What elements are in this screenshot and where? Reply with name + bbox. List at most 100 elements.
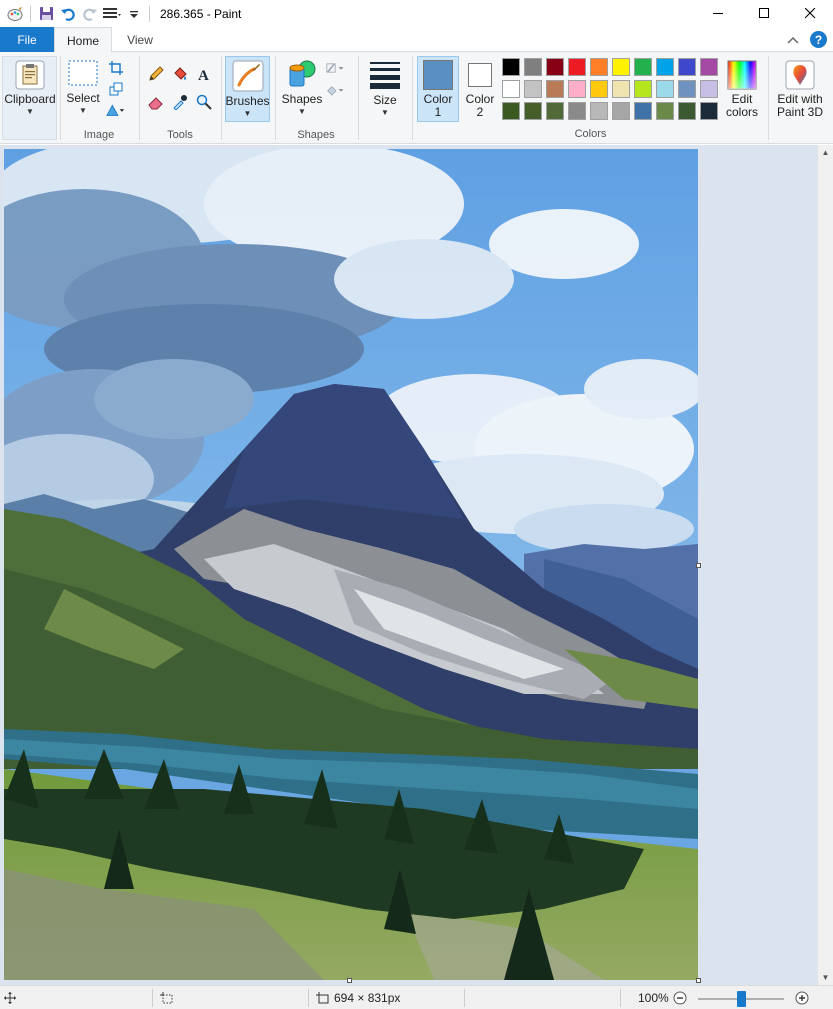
edit-with-paint3d-button[interactable]: Edit with Paint 3D: [771, 60, 829, 119]
palette-swatch[interactable]: [612, 58, 630, 76]
image-dimensions: 694 × 831px: [334, 991, 401, 1005]
palette-swatch[interactable]: [546, 102, 564, 120]
paint-app-icon[interactable]: [4, 3, 26, 25]
palette-swatch[interactable]: [700, 80, 718, 98]
palette-swatch[interactable]: [568, 80, 586, 98]
close-button[interactable]: [787, 0, 833, 27]
palette-swatch[interactable]: [502, 102, 520, 120]
color-picker-icon[interactable]: [170, 92, 190, 112]
minimize-button[interactable]: [695, 0, 741, 27]
edit-colors-button[interactable]: Edit colors: [720, 60, 764, 119]
palette-swatch[interactable]: [568, 102, 586, 120]
palette-swatch[interactable]: [612, 102, 630, 120]
tab-view[interactable]: View: [112, 27, 168, 52]
color2-label: Color 2: [465, 92, 495, 119]
palette-swatch[interactable]: [524, 80, 542, 98]
zoom-out-button[interactable]: [673, 986, 687, 1009]
fill-icon[interactable]: [326, 80, 346, 100]
palette-swatch[interactable]: [634, 80, 652, 98]
group-separator: [221, 56, 222, 140]
tab-home[interactable]: Home: [54, 27, 112, 53]
color2-swatch: [468, 63, 492, 87]
pencil-icon[interactable]: [146, 64, 166, 84]
maximize-button[interactable]: [741, 0, 787, 27]
palette-swatch[interactable]: [524, 58, 542, 76]
scroll-down-icon[interactable]: ▼: [818, 970, 833, 985]
size-label: Size: [373, 93, 397, 107]
outline-icon[interactable]: [326, 58, 346, 78]
chevron-down-icon: ▼: [381, 108, 389, 117]
size-button[interactable]: Size ▼: [363, 60, 407, 117]
shapes-button[interactable]: Shapes ▼: [280, 58, 324, 116]
chevron-down-icon: ▼: [26, 107, 34, 116]
palette-swatch[interactable]: [678, 102, 696, 120]
palette-swatch[interactable]: [502, 58, 520, 76]
palette-swatch[interactable]: [590, 58, 608, 76]
chevron-down-icon: ▼: [298, 107, 306, 116]
cursor-position-icon: [4, 986, 16, 1009]
palette-swatch[interactable]: [590, 80, 608, 98]
shapes-group: Shapes ▼ Shapes: [276, 52, 356, 144]
resize-handle-right[interactable]: [696, 563, 701, 568]
palette-swatch[interactable]: [546, 58, 564, 76]
chevron-down-icon: ▼: [79, 106, 87, 115]
palette-swatch[interactable]: [634, 102, 652, 120]
size-icon: [370, 62, 400, 89]
shapes-icon: [289, 60, 316, 87]
crop-icon[interactable]: [106, 58, 126, 78]
properties-icon[interactable]: [101, 3, 123, 25]
chevron-down-icon: ▼: [243, 109, 252, 118]
palette-swatch[interactable]: [656, 80, 674, 98]
palette-swatch[interactable]: [678, 80, 696, 98]
palette-swatch[interactable]: [612, 80, 630, 98]
customize-toolbar-icon[interactable]: [123, 3, 145, 25]
color1-label: Color 1: [423, 92, 453, 119]
palette-swatch[interactable]: [524, 102, 542, 120]
quick-access-toolbar: [0, 0, 154, 27]
brushes-button[interactable]: Brushes ▼: [225, 60, 270, 118]
undo-icon[interactable]: [57, 3, 79, 25]
palette-swatch[interactable]: [656, 102, 674, 120]
palette-swatch[interactable]: [634, 58, 652, 76]
zoom-slider-thumb[interactable]: [737, 991, 746, 1007]
palette-swatch[interactable]: [656, 58, 674, 76]
text-tool-icon[interactable]: A: [194, 64, 214, 84]
clipboard-button[interactable]: Clipboard ▼: [3, 60, 57, 116]
colors-group-label: Colors: [574, 128, 607, 140]
select-button[interactable]: Select ▼: [65, 60, 101, 115]
tools-group-label: Tools: [167, 129, 193, 141]
help-icon[interactable]: ?: [810, 31, 827, 48]
collapse-ribbon-icon[interactable]: [785, 32, 801, 48]
edit-colors-label: Edit colors: [725, 92, 758, 119]
tab-file[interactable]: File: [0, 27, 54, 52]
drawing-canvas[interactable]: [4, 149, 698, 980]
zoom-in-button[interactable]: [795, 986, 809, 1009]
resize-icon[interactable]: [106, 79, 126, 99]
status-bar: 694 × 831px 100%: [0, 985, 833, 1009]
vertical-scrollbar[interactable]: ▲ ▼: [818, 145, 833, 985]
fill-bucket-icon[interactable]: [170, 64, 190, 84]
color1-swatch: [423, 60, 453, 90]
svg-text:A: A: [198, 68, 209, 82]
palette-swatch[interactable]: [700, 102, 718, 120]
palette-swatch[interactable]: [546, 80, 564, 98]
redo-icon[interactable]: [79, 3, 101, 25]
palette-swatch[interactable]: [700, 58, 718, 76]
palette-swatch[interactable]: [678, 58, 696, 76]
color1-button[interactable]: Color 1: [417, 60, 459, 119]
color2-button[interactable]: Color 2: [460, 60, 500, 119]
status-separator: [308, 989, 309, 1007]
palette-swatch[interactable]: [502, 80, 520, 98]
scroll-up-icon[interactable]: ▲: [818, 145, 833, 160]
eraser-icon[interactable]: [146, 92, 166, 112]
toolbar-separator: [149, 5, 150, 22]
resize-handle-bottom[interactable]: [347, 978, 352, 983]
palette-swatch[interactable]: [568, 58, 586, 76]
select-label: Select: [66, 91, 100, 105]
palette-swatch[interactable]: [590, 102, 608, 120]
rotate-icon[interactable]: [106, 100, 126, 120]
brushes-label: Brushes: [225, 94, 270, 108]
magnifier-icon[interactable]: [194, 92, 214, 112]
save-icon[interactable]: [35, 3, 57, 25]
resize-handle-corner[interactable]: [696, 978, 701, 983]
